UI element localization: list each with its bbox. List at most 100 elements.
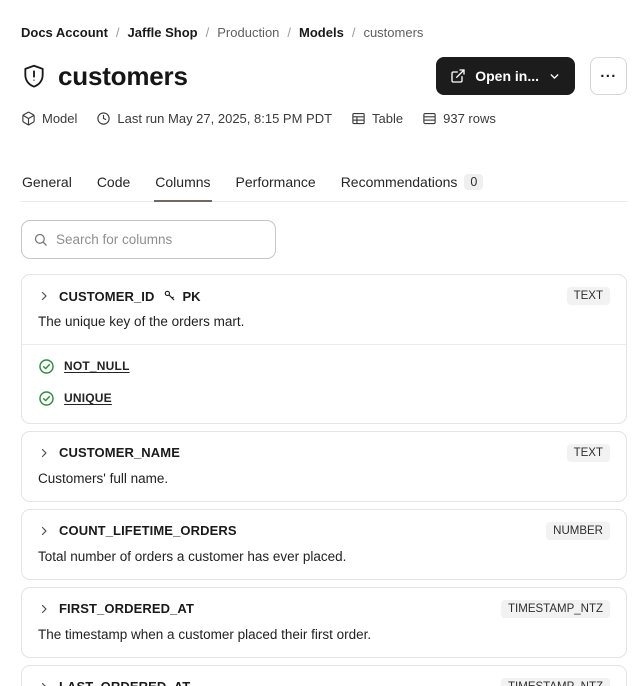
column-description: Customers' full name. bbox=[38, 470, 169, 486]
expand-column-button[interactable] bbox=[38, 525, 50, 537]
search-input[interactable] bbox=[56, 232, 264, 247]
tab-label: Recommendations bbox=[340, 174, 458, 190]
column-name: FIRST_ORDERED_AT bbox=[59, 601, 194, 617]
column-card-customer_id: CUSTOMER_ID PK TEXT The unique key of the o… bbox=[21, 274, 627, 424]
column-card-main: CUSTOMER_NAME TEXT Customers' full name. bbox=[22, 432, 626, 501]
pk-label: PK bbox=[182, 288, 201, 304]
column-card-main: COUNT_LIFETIME_ORDERS NUMBER Total number … bbox=[22, 510, 626, 579]
shield-exclamation-icon bbox=[21, 63, 47, 89]
test-link-unique[interactable]: UNIQUE bbox=[64, 391, 112, 405]
chevron-right-icon bbox=[38, 603, 50, 615]
search-icon bbox=[33, 232, 48, 247]
rows-icon bbox=[422, 111, 437, 126]
expand-column-button[interactable] bbox=[38, 681, 50, 686]
meta-item: Table bbox=[351, 111, 403, 126]
column-card-main: CUSTOMER_ID PK TEXT The unique key of the o… bbox=[22, 275, 626, 344]
test-row: NOT_NULL bbox=[38, 358, 610, 375]
chevron-right-icon bbox=[38, 447, 50, 459]
column-description: Total number of orders a customer has ev… bbox=[38, 548, 347, 564]
breadcrumb-separator: / bbox=[287, 25, 292, 40]
column-name: CUSTOMER_ID bbox=[59, 288, 155, 304]
breadcrumb-item-production: Production bbox=[217, 25, 280, 40]
meta-item: Last run May 27, 2025, 8:15 PM PDT bbox=[96, 111, 332, 126]
tab-label: Columns bbox=[155, 174, 211, 190]
test-row: UNIQUE bbox=[38, 390, 610, 407]
meta-label: Model bbox=[42, 111, 78, 126]
ellipsis-icon: ··· bbox=[600, 67, 617, 85]
tab-bar: General Code Columns Performance Recommendat… bbox=[21, 174, 627, 202]
open-in-label: Open in... bbox=[475, 68, 539, 84]
column-tests: NOT_NULL UNIQUE bbox=[22, 343, 626, 423]
column-card-first_ordered_at: FIRST_ORDERED_AT TIMESTAMP_NTZ The timesta… bbox=[21, 586, 627, 658]
column-description: The timestamp when a customer placed the… bbox=[38, 626, 372, 642]
column-name: LAST_ORDERED_AT bbox=[59, 679, 190, 686]
column-card-customer_name: CUSTOMER_NAME TEXT Customers' full name. bbox=[21, 430, 627, 502]
meta-item: Model bbox=[21, 111, 77, 126]
columns-list: CUSTOMER_ID PK TEXT The unique key of the o… bbox=[21, 274, 627, 686]
title-group: customers bbox=[21, 61, 188, 92]
column-name-row: CUSTOMER_ID PK TEXT bbox=[38, 287, 610, 305]
column-name-row: LAST_ORDERED_AT TIMESTAMP_NTZ bbox=[38, 677, 610, 686]
expand-column-button[interactable] bbox=[38, 290, 50, 302]
chevron-down-icon bbox=[548, 70, 561, 83]
meta-item: 937 rows bbox=[422, 111, 496, 126]
model-detail-page: Docs Account / Jaffle Shop / Production / Mode… bbox=[0, 25, 643, 686]
tab-recommendations[interactable]: Recommendations 0 bbox=[340, 174, 485, 202]
tab-columns[interactable]: Columns bbox=[154, 174, 212, 202]
expand-column-button[interactable] bbox=[38, 603, 50, 615]
breadcrumb-separator: / bbox=[351, 25, 356, 40]
column-type-badge: TEXT bbox=[566, 287, 610, 305]
column-card-count_lifetime_orders: COUNT_LIFETIME_ORDERS NUMBER Total number … bbox=[21, 508, 627, 580]
breadcrumb-separator: / bbox=[115, 25, 120, 40]
check-circle-icon bbox=[38, 390, 55, 407]
table-icon bbox=[351, 111, 366, 126]
column-type-badge: TIMESTAMP_NTZ bbox=[501, 599, 610, 618]
column-card-main: LAST_ORDERED_ATTIMESTAMP_NTZThe timestam… bbox=[22, 666, 626, 686]
column-description: The unique key of the orders mart. bbox=[38, 314, 245, 329]
meta-label: Table bbox=[372, 111, 404, 126]
tab-label: Code bbox=[96, 174, 131, 190]
breadcrumb-item-docs-account[interactable]: Docs Account bbox=[21, 25, 108, 40]
chevron-right-icon bbox=[38, 290, 50, 302]
tab-label: Performance bbox=[235, 174, 316, 190]
open-in-button[interactable]: Open in... bbox=[436, 57, 575, 95]
breadcrumb-item-customers: customers bbox=[363, 25, 424, 40]
meta-label: Last run May 27, 2025, 8:15 PM PDT bbox=[117, 111, 333, 126]
test-link-not_null[interactable]: NOT_NULL bbox=[64, 359, 130, 373]
breadcrumb-item-jaffle-shop[interactable]: Jaffle Shop bbox=[128, 25, 198, 40]
tab-label: General bbox=[22, 174, 72, 190]
title-actions: Open in... ··· bbox=[436, 57, 627, 95]
chevron-right-icon bbox=[38, 681, 50, 686]
primary-key-indicator: PK bbox=[163, 288, 201, 304]
check-circle-icon bbox=[38, 358, 55, 375]
column-card-last_ordered_at: LAST_ORDERED_ATTIMESTAMP_NTZThe timestam… bbox=[21, 664, 627, 686]
column-type-badge: TIMESTAMP_NTZ bbox=[501, 677, 610, 686]
column-name: CUSTOMER_NAME bbox=[59, 445, 180, 461]
search-box[interactable] bbox=[21, 220, 276, 259]
column-type-badge: NUMBER bbox=[546, 521, 610, 540]
chevron-right-icon bbox=[38, 525, 50, 537]
tab-performance[interactable]: Performance bbox=[235, 174, 317, 202]
breadcrumb: Docs Account / Jaffle Shop / Production / Mode… bbox=[21, 25, 627, 40]
more-options-button[interactable]: ··· bbox=[590, 57, 627, 95]
column-name: COUNT_LIFETIME_ORDERS bbox=[59, 523, 237, 539]
column-name-row: FIRST_ORDERED_AT TIMESTAMP_NTZ bbox=[38, 599, 610, 618]
page-header: customers Open in... ··· bbox=[21, 57, 627, 95]
tab-general[interactable]: General bbox=[21, 174, 73, 202]
meta-row: Model Last run May 27, 2025, 8:15 PM PDT T… bbox=[21, 111, 627, 126]
expand-column-button[interactable] bbox=[38, 447, 50, 459]
tab-count-badge: 0 bbox=[464, 174, 484, 190]
column-name-row: CUSTOMER_NAME TEXT bbox=[38, 443, 610, 462]
page-title: customers bbox=[58, 60, 188, 91]
clock-icon bbox=[96, 111, 111, 126]
meta-label: 937 rows bbox=[443, 111, 496, 126]
external-link-icon bbox=[450, 68, 466, 84]
key-icon bbox=[163, 289, 177, 303]
column-card-main: FIRST_ORDERED_AT TIMESTAMP_NTZ The timesta… bbox=[22, 588, 626, 657]
breadcrumb-item-models[interactable]: Models bbox=[299, 25, 344, 40]
tab-code[interactable]: Code bbox=[96, 174, 131, 202]
breadcrumb-separator: / bbox=[205, 25, 210, 40]
cube-icon bbox=[21, 111, 36, 126]
column-type-badge: TEXT bbox=[566, 443, 610, 462]
column-name-row: COUNT_LIFETIME_ORDERS NUMBER bbox=[38, 521, 610, 540]
